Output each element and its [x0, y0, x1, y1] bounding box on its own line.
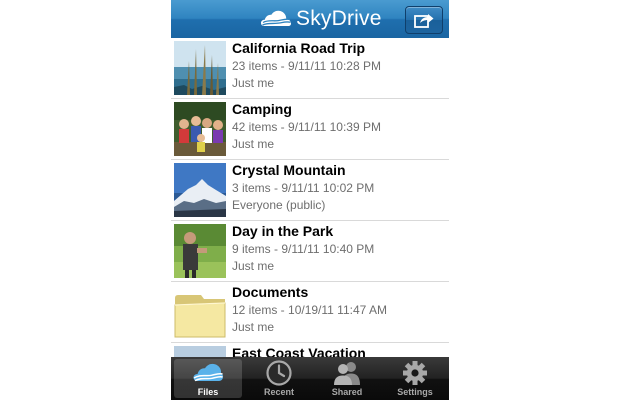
park-photo-thumbnail	[174, 224, 226, 278]
folder-sharing: Just me	[232, 76, 275, 90]
folder-sharing: Just me	[232, 259, 275, 273]
cloud-icon	[193, 363, 223, 382]
tab-label: Shared	[331, 387, 363, 397]
gear-icon	[403, 361, 427, 385]
folder-row-california-road-trip[interactable]: California Road Trip 23 items - 9/11/11 …	[171, 38, 449, 99]
tab-label: Settings	[397, 387, 433, 397]
tab-label: Recent	[263, 387, 294, 397]
folder-title: Documents	[232, 284, 309, 300]
folder-row-camping[interactable]: Camping 42 items - 9/11/11 10:39 PM Just…	[171, 99, 449, 160]
skydrive-cloud-icon	[261, 10, 291, 26]
tab-settings[interactable]: Settings	[381, 357, 449, 400]
folder-meta: 42 items - 9/11/11 10:39 PM	[232, 120, 381, 134]
mountain-photo-thumbnail	[174, 163, 226, 217]
folder-title: California Road Trip	[232, 40, 366, 56]
group-photo-thumbnail	[174, 102, 226, 156]
folder-meta: 9 items - 9/11/11 10:40 PM	[232, 242, 375, 256]
people-icon	[334, 362, 360, 385]
folder-meta: 23 items - 9/11/11 10:28 PM	[232, 59, 381, 73]
folder-title: Crystal Mountain	[232, 162, 346, 178]
skydrive-app: SkyDrive California Road Trip 23 items -…	[171, 0, 449, 400]
tab-shared[interactable]: Shared	[313, 357, 381, 400]
folder-meta: 12 items - 10/19/11 11:47 AM	[232, 303, 387, 317]
tab-label: Files	[197, 387, 219, 397]
folder-title: Camping	[232, 101, 292, 117]
folder-list: California Road Trip 23 items - 9/11/11 …	[171, 38, 449, 400]
navigation-bar: SkyDrive	[171, 0, 449, 39]
folder-icon	[174, 285, 226, 339]
tab-recent[interactable]: Recent	[245, 357, 313, 400]
clock-icon	[266, 360, 292, 386]
app-title: SkyDrive	[296, 7, 382, 30]
share-out-icon	[414, 14, 434, 28]
folder-meta: 3 items - 9/11/11 10:02 PM	[232, 181, 375, 195]
tab-files[interactable]: Files	[174, 359, 242, 398]
folder-row-day-in-the-park[interactable]: Day in the Park 9 items - 9/11/11 10:40 …	[171, 221, 449, 282]
folder-sharing: Everyone (public)	[232, 198, 326, 212]
folder-sharing: Just me	[232, 137, 275, 151]
folder-sharing: Just me	[232, 320, 275, 334]
app-brand: SkyDrive	[261, 6, 382, 32]
folder-title: Day in the Park	[232, 223, 334, 239]
tab-bar: Files Recent Shared Settings	[171, 357, 449, 400]
folder-row-documents[interactable]: Documents 12 items - 10/19/11 11:47 AM J…	[171, 282, 449, 343]
coastline-photo-thumbnail	[174, 41, 226, 95]
folder-row-crystal-mountain[interactable]: Crystal Mountain 3 items - 9/11/11 10:02…	[171, 160, 449, 221]
share-button[interactable]	[405, 6, 443, 34]
